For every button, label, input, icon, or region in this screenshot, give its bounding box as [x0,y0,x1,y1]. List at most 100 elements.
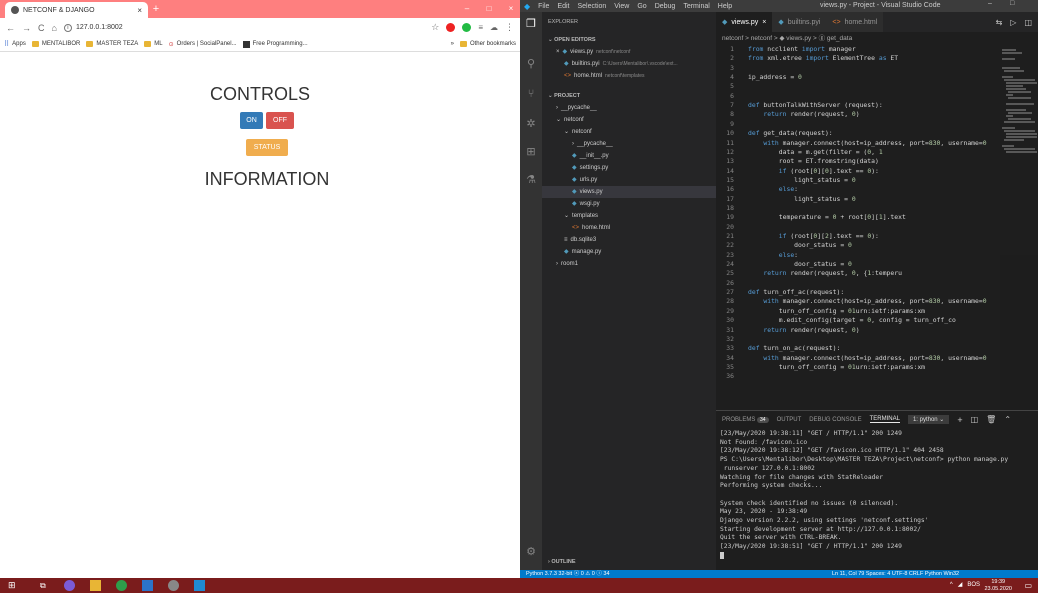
tree-file[interactable]: ◆ settings.py [542,162,716,174]
bookmark-apps[interactable]: ⠿ Apps [4,40,26,48]
open-editor-item[interactable]: × ◆ views.py netconf\netconf [542,46,716,58]
code-line[interactable]: 2 from xml.etree import ElementTree as ET [716,54,1038,63]
menu-view[interactable]: View [614,3,629,10]
code-line[interactable]: 21 if (root[0][2].text == 0): [716,232,1038,241]
code-line[interactable]: 31 return render(request, 0) [716,326,1038,335]
browser-tab[interactable]: NETCONF & DJANGO × [5,2,148,18]
menu-debug[interactable]: Debug [655,3,676,10]
code-line[interactable]: 29 turn_off_config = 01urn:ietf:params:x… [716,307,1038,316]
off-button[interactable]: OFF [266,112,294,129]
address-bar[interactable]: i 127.0.0.1:8002 [63,21,424,35]
tree-folder[interactable]: ⌄ netconf [542,126,716,138]
tree-folder[interactable]: › __pycache__ [542,138,716,150]
menu-file[interactable]: File [538,3,549,10]
open-editors-header[interactable]: ⌄ OPEN EDITORS [542,34,716,46]
compare-icon[interactable]: ⇆ [996,18,1003,27]
menu-help[interactable]: Help [718,3,732,10]
star-icon[interactable]: ☆ [431,22,439,33]
code-line[interactable]: 33 def turn_on_ac(request): [716,344,1038,353]
task-view-icon[interactable]: ⧉ [40,580,51,591]
menu-go[interactable]: Go [637,3,646,10]
bookmark-orders[interactable]: ⊙ Orders | SocialPanel... [169,41,237,48]
split-editor-icon[interactable]: ◫ [1024,18,1032,27]
tree-file[interactable]: ◆ manage.py [542,246,716,258]
chrome-taskbar-icon[interactable] [116,580,127,591]
maximize-icon[interactable]: □ [482,2,496,16]
cloud-extension-icon[interactable]: ☁ [490,23,498,32]
opera-extension-icon[interactable] [446,23,456,32]
open-editor-item[interactable]: ◆ builtins.pyi C:\Users\Mentalibor\.vscode… [542,58,716,70]
code-line[interactable]: 34 with manager.connect(host=ip_address,… [716,354,1038,363]
code-line[interactable]: 10 def get_data(request): [716,129,1038,138]
project-header[interactable]: ⌄ PROJECT [542,90,716,102]
code-line[interactable]: 26 [716,279,1038,288]
code-line[interactable]: 3 [716,64,1038,73]
home-icon[interactable]: ⌂ [52,23,57,33]
bookmark-mentalibor[interactable]: MENTALIBOR [31,41,80,47]
code-line[interactable]: 27 def turn_off_ac(request): [716,288,1038,297]
code-line[interactable]: 35 turn_off_config = 01urn:ietf:params:x… [716,363,1038,372]
extensions-icon[interactable]: ⊞ [525,146,537,158]
network-icon[interactable]: ◢ [958,579,963,592]
menu-edit[interactable]: Edit [557,3,569,10]
code-line[interactable]: 14 if (root[0][0].text == 0): [716,167,1038,176]
status-button[interactable]: STATUS [246,139,288,156]
forward-icon[interactable]: → [22,23,31,33]
code-line[interactable]: 32 [716,335,1038,344]
tab-builtins-pyi[interactable]: ◆ builtins.pyi [772,12,827,32]
open-editor-item[interactable]: <> home.html netconf\templates [542,70,716,82]
new-terminal-icon[interactable]: + [957,415,962,425]
tree-file[interactable]: <> home.html [542,222,716,234]
back-icon[interactable]: ← [6,23,15,33]
code-line[interactable]: 5 [716,82,1038,91]
green-extension-icon[interactable] [462,23,472,32]
notification-icon[interactable]: ▭ [1024,579,1032,592]
chevron-up-icon[interactable]: ⌃ [1004,415,1011,424]
code-line[interactable]: 13 root = ET.fromstring(data) [716,157,1038,166]
tree-file[interactable]: ◆ wsgi.py [542,198,716,210]
viber-icon[interactable] [64,580,75,591]
reload-icon[interactable]: C [38,23,45,33]
tree-folder[interactable]: ⌄ templates [542,210,716,222]
other-bookmarks[interactable]: Other bookmarks [459,41,516,47]
tree-file[interactable]: ◆ urls.py [542,174,716,186]
tab-debug-console[interactable]: DEBUG CONSOLE [809,417,861,423]
code-line[interactable]: 4 ip_address = 0 [716,73,1038,82]
menu-selection[interactable]: Selection [578,3,607,10]
breadcrumb[interactable]: netconf > netconf > ◆ views.py > ⓖ get_d… [716,32,1038,45]
bookmark-free-programming[interactable]: Free Programming... [242,40,308,48]
bookmark-ml[interactable]: ML [144,41,163,47]
clock[interactable]: 19:39 23.05.2020 [984,579,1012,592]
new-tab-icon[interactable]: + [150,3,162,15]
tab-output[interactable]: OUTPUT [777,417,802,423]
settings-gear-icon[interactable]: ⚙ [525,546,537,558]
status-left[interactable]: Python 3.7.3 32-bit ⓧ 0 ⚠ 0 ⓘ 34 [526,570,610,578]
code-line[interactable]: 1 from ncclient import manager [716,45,1038,54]
vscode-taskbar-icon[interactable] [194,580,205,591]
tree-folder[interactable]: › __pycache__ [542,102,716,114]
test-icon[interactable]: ⚗ [525,174,537,186]
code-line[interactable]: 8 return render(request, 0) [716,110,1038,119]
vscode-maximize-icon[interactable]: □ [1010,0,1014,7]
app-icon[interactable] [168,580,179,591]
code-line[interactable]: 12 data = m.get(filter = (0, 1 [716,148,1038,157]
search-icon[interactable]: ⚲ [525,58,537,70]
code-line[interactable]: 28 with manager.connect(host=ip_address,… [716,297,1038,306]
close-window-icon[interactable]: × [504,2,518,16]
code-line[interactable]: 9 [716,120,1038,129]
code-editor[interactable]: 1 from ncclient import manager 2 from xml.e… [716,45,1038,410]
vscode-minimize-icon[interactable]: – [988,0,992,7]
extension-icon[interactable]: ≡ [478,23,483,32]
tree-file-selected[interactable]: ◆ views.py [542,186,716,198]
tab-home-html[interactable]: <> home.html [826,12,884,32]
outline-header[interactable]: › OUTLINE [542,556,716,568]
on-button[interactable]: ON [240,112,263,129]
trash-icon[interactable]: 🗑 [986,415,996,424]
terminal-output[interactable]: [23/May/2020 19:38:11] "GET / HTTP/1.1" … [716,428,1038,570]
status-right[interactable]: Ln 11, Col 79 Spaces: 4 UTF-8 CRLF Pytho… [832,570,959,578]
code-line[interactable]: 30 m.edit_config(target = 0, config = tu… [716,316,1038,325]
menu-icon[interactable]: ⋮ [505,22,514,33]
code-line[interactable]: 7 def buttonTalkWithServer (request): [716,101,1038,110]
code-line[interactable]: 23 else: [716,251,1038,260]
split-terminal-icon[interactable]: ◫ [971,415,979,424]
